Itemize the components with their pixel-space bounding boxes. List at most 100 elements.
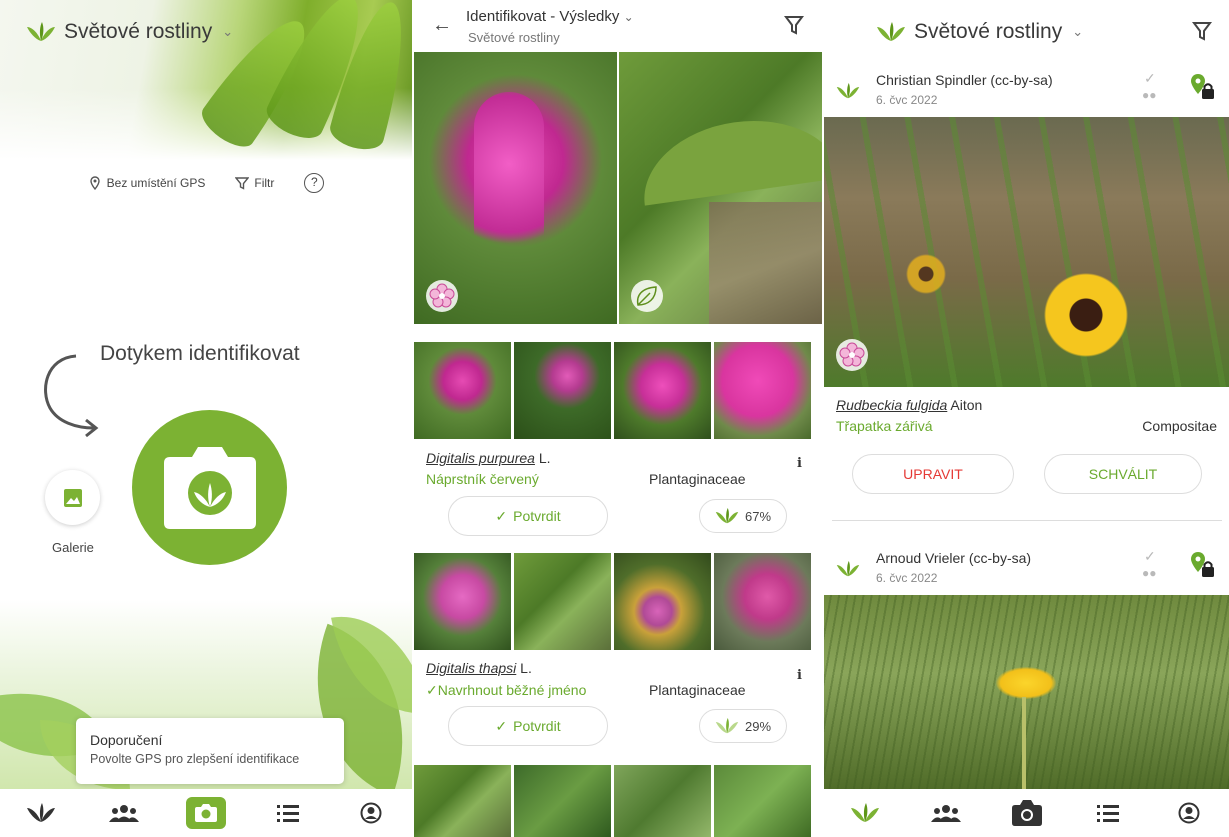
check-icon: ✓ (495, 507, 508, 524)
plants-icon (836, 83, 860, 99)
result2-common-name[interactable]: ✓Navrhnout běžné jméno (426, 682, 586, 699)
leaf-organ-icon (631, 280, 663, 312)
observation2-header[interactable]: Arnoud Vrieler (cc-by-sa) 6. čvc 2022 ✓ … (824, 540, 1229, 595)
filter-button[interactable]: Filtr (227, 168, 282, 198)
toast-title: Doporučení (90, 732, 163, 748)
chevron-down-icon: ⌄ (1072, 24, 1084, 39)
result3-thumb-3[interactable] (614, 765, 711, 837)
nav-profile[interactable] (351, 795, 391, 831)
check-icon: ✓ (495, 717, 508, 734)
result2-thumb-3[interactable] (614, 553, 711, 650)
observation1-author: Christian Spindler (cc-by-sa) (876, 72, 1053, 88)
nav-camera[interactable] (1007, 795, 1047, 831)
result3-thumb-1[interactable] (414, 765, 511, 837)
group-icon: ●● (1142, 566, 1157, 580)
observation1-family: Compositae (1142, 418, 1217, 434)
observation2-photo[interactable] (824, 595, 1229, 791)
bottom-navigation (824, 789, 1229, 837)
app-title: Světové rostliny (914, 20, 1063, 43)
options-bar: Bez umístění GPS Filtr ? (0, 168, 412, 198)
result1-family: Plantaginaceae (649, 471, 746, 487)
result1-common-name: Náprstník červený (426, 471, 539, 487)
result1-score: 67% (699, 499, 787, 533)
observation1-photo[interactable] (824, 117, 1229, 387)
results-subtitle: Světové rostliny (468, 30, 560, 45)
results-title[interactable]: Identifikovat - Výsledky ⌄ (466, 8, 634, 25)
plants-icon (836, 561, 860, 577)
gps-button[interactable]: Bez umístění GPS (80, 168, 214, 198)
result2-thumb-4[interactable] (714, 553, 811, 650)
check-icon: ✓ (1144, 70, 1156, 86)
flora-selector[interactable]: Světové rostliny ⌄ (26, 20, 233, 44)
filter-icon[interactable] (1192, 20, 1212, 42)
list-icon (277, 805, 300, 822)
nav-profile[interactable] (1169, 795, 1209, 831)
nav-community[interactable] (104, 795, 144, 831)
result1-confirm-button[interactable]: ✓ Potvrdit (448, 496, 608, 536)
gallery-button[interactable] (45, 470, 100, 525)
group-icon: ●● (1142, 88, 1157, 102)
app-title: Světové rostliny (64, 20, 213, 43)
result2-scientific-name: Digitalis thapsi L. (426, 660, 532, 676)
back-arrow-icon[interactable]: ← (432, 14, 452, 37)
community-icon (930, 805, 961, 822)
observation1-scientific-name[interactable]: Rudbeckia fulgida Aiton (836, 397, 982, 413)
flora-selector[interactable]: Světové rostliny ⌄ (876, 20, 1083, 44)
plants-icon (715, 718, 739, 734)
edit-button[interactable]: UPRAVIT (852, 454, 1014, 494)
check-icon: ✓ (1144, 548, 1156, 564)
nav-plants[interactable] (21, 795, 61, 831)
profile-icon (360, 802, 382, 824)
query-photo-leaf[interactable] (619, 52, 822, 324)
plants-icon (850, 803, 879, 822)
result2-thumb-1[interactable] (414, 553, 511, 650)
filter-label: Filtr (254, 176, 275, 190)
location-lock-icon (1191, 552, 1214, 577)
result3-thumb-4[interactable] (714, 765, 811, 837)
result1-thumb-1[interactable] (414, 342, 511, 439)
info-icon[interactable]: i (797, 456, 802, 471)
flower-organ-icon (836, 339, 868, 371)
filter-icon (235, 177, 250, 190)
toast-message: Povolte GPS pro zlepšení identifikace (90, 752, 300, 766)
plants-icon (27, 803, 56, 822)
nav-community[interactable] (926, 795, 966, 831)
result1-thumb-4[interactable] (714, 342, 811, 439)
nav-plants[interactable] (845, 795, 885, 831)
plants-icon (715, 508, 739, 524)
nav-list[interactable] (268, 795, 308, 831)
approve-button[interactable]: SCHVÁLIT (1044, 454, 1202, 494)
camera-icon (163, 446, 256, 529)
filter-icon[interactable] (784, 14, 804, 36)
nav-camera[interactable] (185, 795, 226, 831)
observation2-date: 6. čvc 2022 (876, 571, 938, 585)
observation2-author: Arnoud Vrieler (cc-by-sa) (876, 550, 1032, 566)
flower-organ-icon (426, 280, 458, 312)
nav-list[interactable] (1088, 795, 1128, 831)
gps-label: Bez umístění GPS (106, 176, 206, 190)
community-icon (108, 805, 139, 822)
observation1-date: 6. čvc 2022 (876, 93, 938, 107)
help-button[interactable]: ? (296, 168, 332, 198)
result3-thumb-2[interactable] (514, 765, 611, 837)
recommendation-toast[interactable]: Doporučení Povolte GPS pro zlepšení iden… (76, 718, 344, 784)
observations-screen: Světové rostliny ⌄ Christian Spindler (c… (824, 0, 1229, 837)
result1-thumb-2[interactable] (514, 342, 611, 439)
camera-tab-icon (185, 797, 226, 829)
result2-confirm-button[interactable]: ✓ Potvrdit (448, 706, 608, 746)
chevron-down-icon: ⌄ (222, 24, 234, 39)
results-screen: ← Identifikovat - Výsledky ⌄ Světové ros… (414, 0, 822, 837)
result2-family: Plantaginaceae (649, 682, 746, 698)
result1-thumb-3[interactable] (614, 342, 711, 439)
location-pin-icon (89, 176, 100, 190)
profile-icon (1178, 802, 1199, 824)
query-photo-flower[interactable] (414, 52, 617, 324)
bottom-navigation (0, 789, 412, 837)
result2-thumb-2[interactable] (514, 553, 611, 650)
identify-hint: Dotykem identifikovat (100, 342, 300, 365)
curved-arrow-icon (44, 354, 99, 438)
observation1-header[interactable]: Christian Spindler (cc-by-sa) 6. čvc 202… (824, 62, 1229, 117)
camera-icon (1011, 800, 1042, 826)
info-icon[interactable]: i (797, 668, 802, 683)
take-photo-button[interactable] (132, 410, 287, 565)
